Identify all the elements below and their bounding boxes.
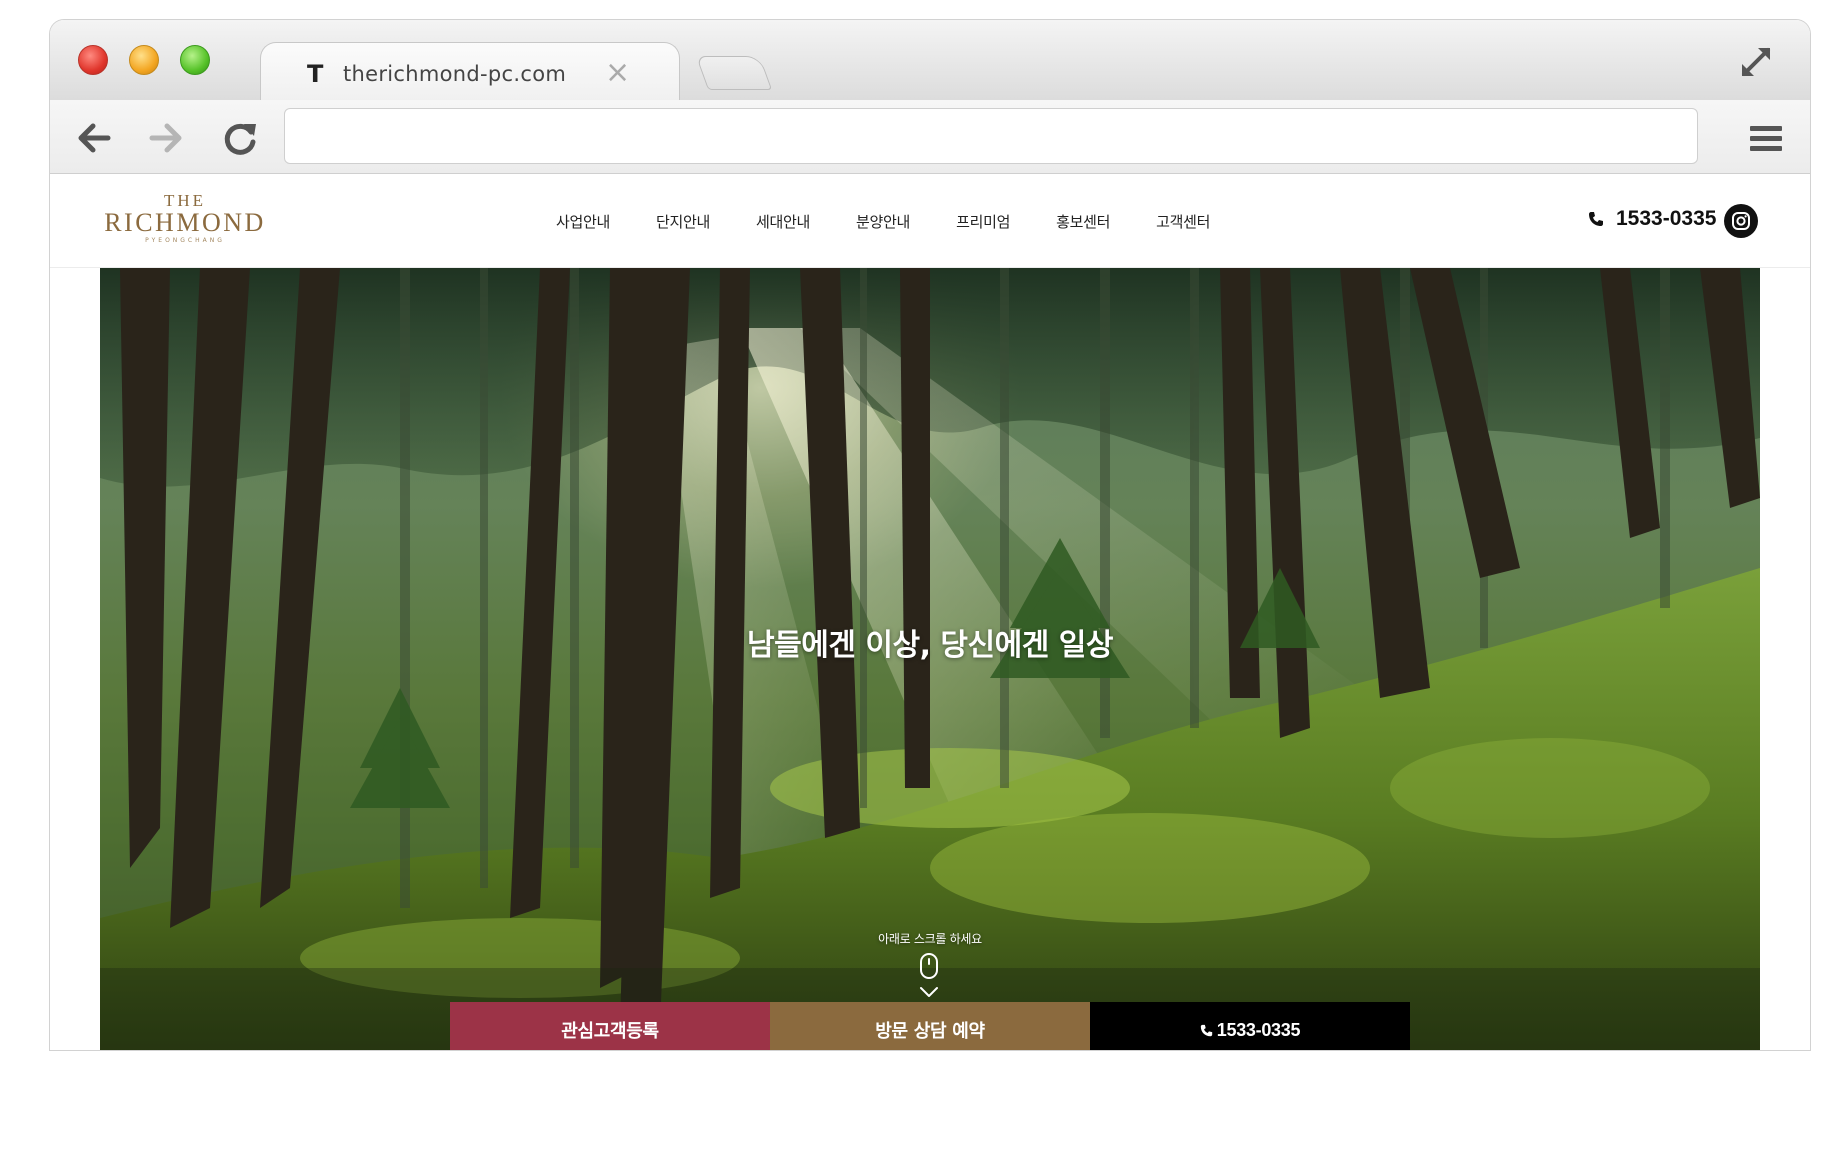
phone-icon (1200, 1024, 1212, 1036)
nav-item-business[interactable]: 사업안내 (556, 211, 610, 232)
hero-section: 남들에겐 이상, 당신에겐 일상 아래로 스크롤 하세요 관심고객등록 방문 상… (100, 268, 1760, 1050)
scroll-hint-text: 아래로 스크롤 하세요 (878, 932, 982, 946)
site-header: THE RICHMOND PYEONGCHANG 사업안내 단지안내 세대안내 … (50, 174, 1810, 268)
cta-bar: 관심고객등록 방문 상담 예약 1533-0335 (450, 1002, 1410, 1050)
expand-icon[interactable] (1736, 42, 1776, 82)
logo-main-text: RICHMOND (104, 208, 266, 237)
instagram-icon[interactable] (1724, 204, 1758, 238)
nav-item-pr-center[interactable]: 홍보센터 (1056, 211, 1110, 232)
call-button-number: 1533-0335 (1216, 1019, 1301, 1040)
minimize-window-button[interactable] (129, 45, 159, 75)
address-bar-input[interactable] (284, 108, 1698, 164)
site-logo[interactable]: THE RICHMOND PYEONGCHANG (100, 192, 270, 246)
register-interest-button[interactable]: 관심고객등록 (450, 1002, 770, 1050)
tab-close-icon[interactable]: × (605, 55, 630, 90)
new-tab-button[interactable] (695, 56, 773, 90)
reload-icon[interactable] (220, 118, 260, 158)
website-viewport: THE RICHMOND PYEONGCHANG 사업안내 단지안내 세대안내 … (50, 174, 1810, 1050)
phone-icon (1589, 212, 1603, 226)
scroll-mouse-icon (920, 953, 938, 997)
browser-tab[interactable]: T therichmond-pc.com × (260, 42, 680, 102)
tab-title: therichmond-pc.com (343, 62, 567, 86)
header-phone-number: 1533-0335 (1616, 207, 1717, 230)
nav-item-premium[interactable]: 프리미엄 (956, 211, 1010, 232)
logo-sub-text: PYEONGCHANG (145, 237, 225, 244)
nav-item-customer-center[interactable]: 고객센터 (1156, 211, 1210, 232)
call-button[interactable]: 1533-0335 (1090, 1002, 1410, 1050)
visit-reservation-button[interactable]: 방문 상담 예약 (770, 1002, 1090, 1050)
header-phone-link[interactable]: 1533-0335 (1588, 207, 1716, 231)
browser-toolbar (50, 100, 1810, 174)
browser-titlebar: T therichmond-pc.com × (50, 20, 1810, 102)
hero-headline: 남들에겐 이상, 당신에겐 일상 (747, 628, 1113, 663)
tab-favicon-icon: T (307, 60, 324, 88)
back-arrow-icon[interactable] (74, 118, 114, 158)
instagram-glyph-icon (1732, 212, 1750, 230)
nav-item-units[interactable]: 세대안내 (756, 211, 810, 232)
main-navigation: 사업안내 단지안내 세대안내 분양안내 프리미엄 홍보센터 고객센터 (556, 174, 1256, 268)
close-window-button[interactable] (78, 45, 108, 75)
nav-item-complex[interactable]: 단지안내 (656, 211, 710, 232)
forward-arrow-icon[interactable] (146, 118, 186, 158)
hamburger-menu-icon[interactable] (1746, 118, 1786, 158)
nav-item-sales[interactable]: 분양안내 (856, 211, 910, 232)
browser-window: T therichmond-pc.com × THE RICHMOND PYEO… (50, 20, 1810, 1050)
maximize-window-button[interactable] (180, 45, 210, 75)
